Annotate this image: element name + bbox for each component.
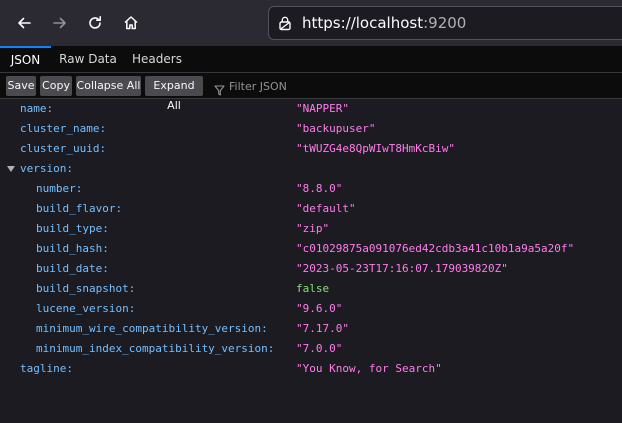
json-row-build-date[interactable]: build_date: "2023-05-23T17:16:07.1790398… — [0, 259, 622, 279]
url-text[interactable]: https://localhost:9200 — [302, 15, 466, 31]
json-value: "9.6.0" — [296, 302, 343, 315]
funnel-icon — [214, 81, 225, 100]
json-value: "NAPPER" — [296, 102, 349, 115]
arrow-right-icon — [52, 15, 68, 31]
json-key: build_hash: — [36, 242, 109, 255]
json-row-cluster-uuid[interactable]: cluster_uuid: "tWUZG4e8QpWIwT8HmKcBiw" — [0, 139, 622, 159]
json-key: minimum_index_compatibility_version: — [36, 342, 275, 355]
expand-all-button[interactable]: Expand All — [145, 76, 203, 112]
json-value: "zip" — [296, 222, 330, 235]
json-row-build-snapshot[interactable]: build_snapshot: false — [0, 279, 622, 299]
reload-button[interactable] — [81, 9, 109, 37]
json-row-number[interactable]: number: "8.8.0" — [0, 179, 622, 199]
home-button[interactable] — [117, 9, 145, 37]
collapse-all-button[interactable]: Collapse All — [76, 76, 141, 96]
json-row-version[interactable]: version: — [0, 159, 622, 179]
json-row-lucene-version[interactable]: lucene_version: "9.6.0" — [0, 299, 622, 319]
json-key: build_type: — [36, 222, 109, 235]
json-value: "8.8.0" — [296, 182, 343, 195]
url-host: https://localhost — [302, 14, 424, 32]
json-row-build-flavor[interactable]: build_flavor: "default" — [0, 199, 622, 219]
copy-button[interactable]: Copy — [40, 76, 72, 96]
json-value: "backupuser" — [296, 122, 376, 135]
json-key: minimum_wire_compatibility_version: — [36, 322, 268, 335]
url-port: :9200 — [423, 14, 467, 32]
json-key: build_date: — [36, 262, 109, 275]
save-button[interactable]: Save — [6, 76, 36, 96]
json-key: lucene_version: — [36, 302, 136, 315]
json-value: "c01029875a091076ed42cdb3a41c10b1a9a5a20… — [296, 242, 575, 255]
json-key: cluster_name: — [20, 122, 107, 135]
json-key: build_flavor: — [36, 202, 123, 215]
forward-button[interactable] — [46, 9, 74, 37]
back-button[interactable] — [10, 9, 38, 37]
tab-headers[interactable]: Headers — [126, 46, 188, 72]
json-key: build_snapshot: — [36, 282, 136, 295]
filter-json-input[interactable] — [229, 76, 399, 96]
json-row-minimum-index-compatibility-version[interactable]: minimum_index_compatibility_version: "7.… — [0, 339, 622, 359]
json-value: "default" — [296, 202, 356, 215]
filter-box — [210, 76, 410, 96]
tab-json[interactable]: JSON — [0, 46, 51, 73]
json-row-name[interactable]: name: "NAPPER" — [0, 99, 622, 119]
json-row-minimum-wire-compatibility-version[interactable]: minimum_wire_compatibility_version: "7.1… — [0, 319, 622, 339]
json-key: tagline: — [20, 362, 73, 375]
viewer-tabs: JSON Raw Data Headers — [0, 46, 622, 73]
json-value: "2023-05-23T17:16:07.179039820Z" — [296, 262, 508, 275]
json-value: "7.17.0" — [296, 322, 349, 335]
json-key: version: — [20, 162, 73, 175]
json-value: "7.0.0" — [296, 342, 343, 355]
reload-icon — [87, 15, 103, 31]
json-row-build-hash[interactable]: build_hash: "c01029875a091076ed42cdb3a41… — [0, 239, 622, 259]
json-value: "You Know, for Search" — [296, 362, 442, 375]
home-icon — [123, 15, 139, 31]
json-tree: name: "NAPPER" cluster_name: "backupuser… — [0, 99, 622, 423]
json-key: cluster_uuid: — [20, 142, 107, 155]
expand-toggle-icon[interactable] — [7, 166, 15, 172]
tab-raw-data[interactable]: Raw Data — [54, 46, 122, 72]
arrow-left-icon — [16, 15, 32, 31]
browser-toolbar: https://localhost:9200 — [0, 0, 622, 46]
json-toolbar: Save Copy Collapse All Expand All — [0, 73, 622, 112]
json-value: false — [296, 282, 330, 295]
json-key: number: — [36, 182, 83, 195]
json-row-build-type[interactable]: build_type: "zip" — [0, 219, 622, 239]
json-row-tagline[interactable]: tagline: "You Know, for Search" — [0, 359, 622, 379]
lock-icon[interactable] — [277, 15, 293, 35]
address-bar[interactable]: https://localhost:9200 — [268, 6, 622, 40]
json-value: "tWUZG4e8QpWIwT8HmKcBiw" — [296, 142, 455, 155]
json-row-cluster-name[interactable]: cluster_name: "backupuser" — [0, 119, 622, 139]
json-key: name: — [20, 102, 54, 115]
